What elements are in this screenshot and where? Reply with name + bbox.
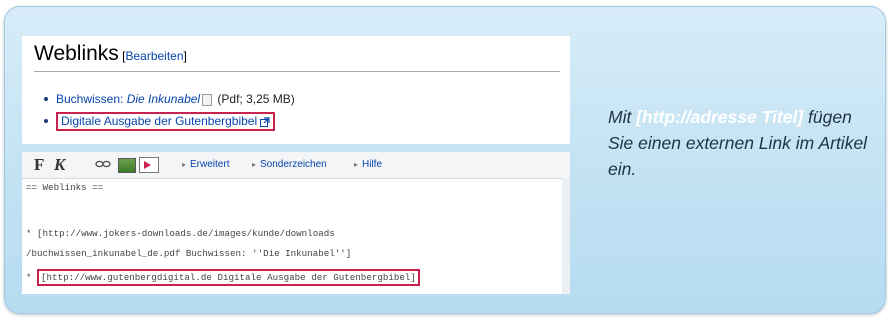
arrow-right-icon: ▸ — [354, 160, 359, 169]
italic-button[interactable]: K — [54, 155, 65, 175]
caption-text: Mit [http://adresse Titel] fügen Sie ein… — [608, 107, 868, 179]
code-line-4: * [http://www.gutenbergdigital.de Digita… — [26, 269, 420, 286]
image-icon[interactable] — [118, 158, 136, 173]
bold-button[interactable]: F — [34, 155, 44, 175]
media-icon[interactable] — [139, 157, 159, 173]
code-line-3: /buchwissen_inkunabel_de.pdf Buchwissen:… — [26, 248, 352, 259]
pdf-info: (Pdf; 3,25 MB) — [214, 92, 295, 106]
caption-highlight: [http://adresse Titel] — [636, 107, 804, 127]
menu-advanced[interactable]: ▸ Erweitert — [182, 159, 229, 170]
heading-text: Weblinks — [34, 42, 119, 65]
external-link-icon — [260, 117, 270, 127]
code-line-2: * [http://www.jokers-downloads.de/images… — [26, 228, 335, 239]
pdf-icon — [202, 93, 213, 106]
heading-divider — [34, 71, 560, 72]
code-line-1: == Weblinks == — [26, 182, 104, 193]
editor-scrollbar[interactable] — [562, 178, 570, 294]
arrow-right-icon: ▸ — [182, 160, 187, 169]
section-heading: Weblinks [Bearbeiten] — [34, 42, 187, 66]
weblink-item-buchwissen: Buchwissen: Die Inkunabel (Pdf; 3,25 MB) — [44, 92, 295, 106]
edit-bracket-close: ] — [183, 49, 187, 63]
buchwissen-link[interactable]: Buchwissen: Die Inkunabel — [56, 92, 200, 106]
bullet-icon — [44, 118, 48, 123]
highlighted-link-box: Digitale Ausgabe der Gutenbergbibel — [56, 112, 276, 131]
menu-special-chars[interactable]: ▸ Sonderzeichen — [252, 159, 327, 170]
link-icon[interactable] — [95, 160, 111, 168]
edit-link[interactable]: Bearbeiten — [125, 49, 183, 63]
wiki-editor: F K ▸ Erweitert ▸ Sonderzeichen ▸ Hilfe == … — [22, 152, 570, 294]
editor-toolbar: F K ▸ Erweitert ▸ Sonderzeichen ▸ Hilfe — [22, 152, 570, 179]
wiki-rendered-section: Weblinks [Bearbeiten] Buchwissen: Die In… — [22, 36, 570, 144]
gutenberg-link[interactable]: Digitale Ausgabe der Gutenbergbibel — [61, 114, 257, 128]
arrow-right-icon: ▸ — [252, 160, 257, 169]
bullet-icon — [44, 96, 48, 101]
weblink-item-gutenberg: Digitale Ausgabe der Gutenbergbibel — [44, 112, 276, 131]
highlighted-code-box: [http://www.gutenbergdigital.de Digitale… — [37, 269, 420, 286]
menu-help[interactable]: ▸ Hilfe — [354, 159, 382, 170]
